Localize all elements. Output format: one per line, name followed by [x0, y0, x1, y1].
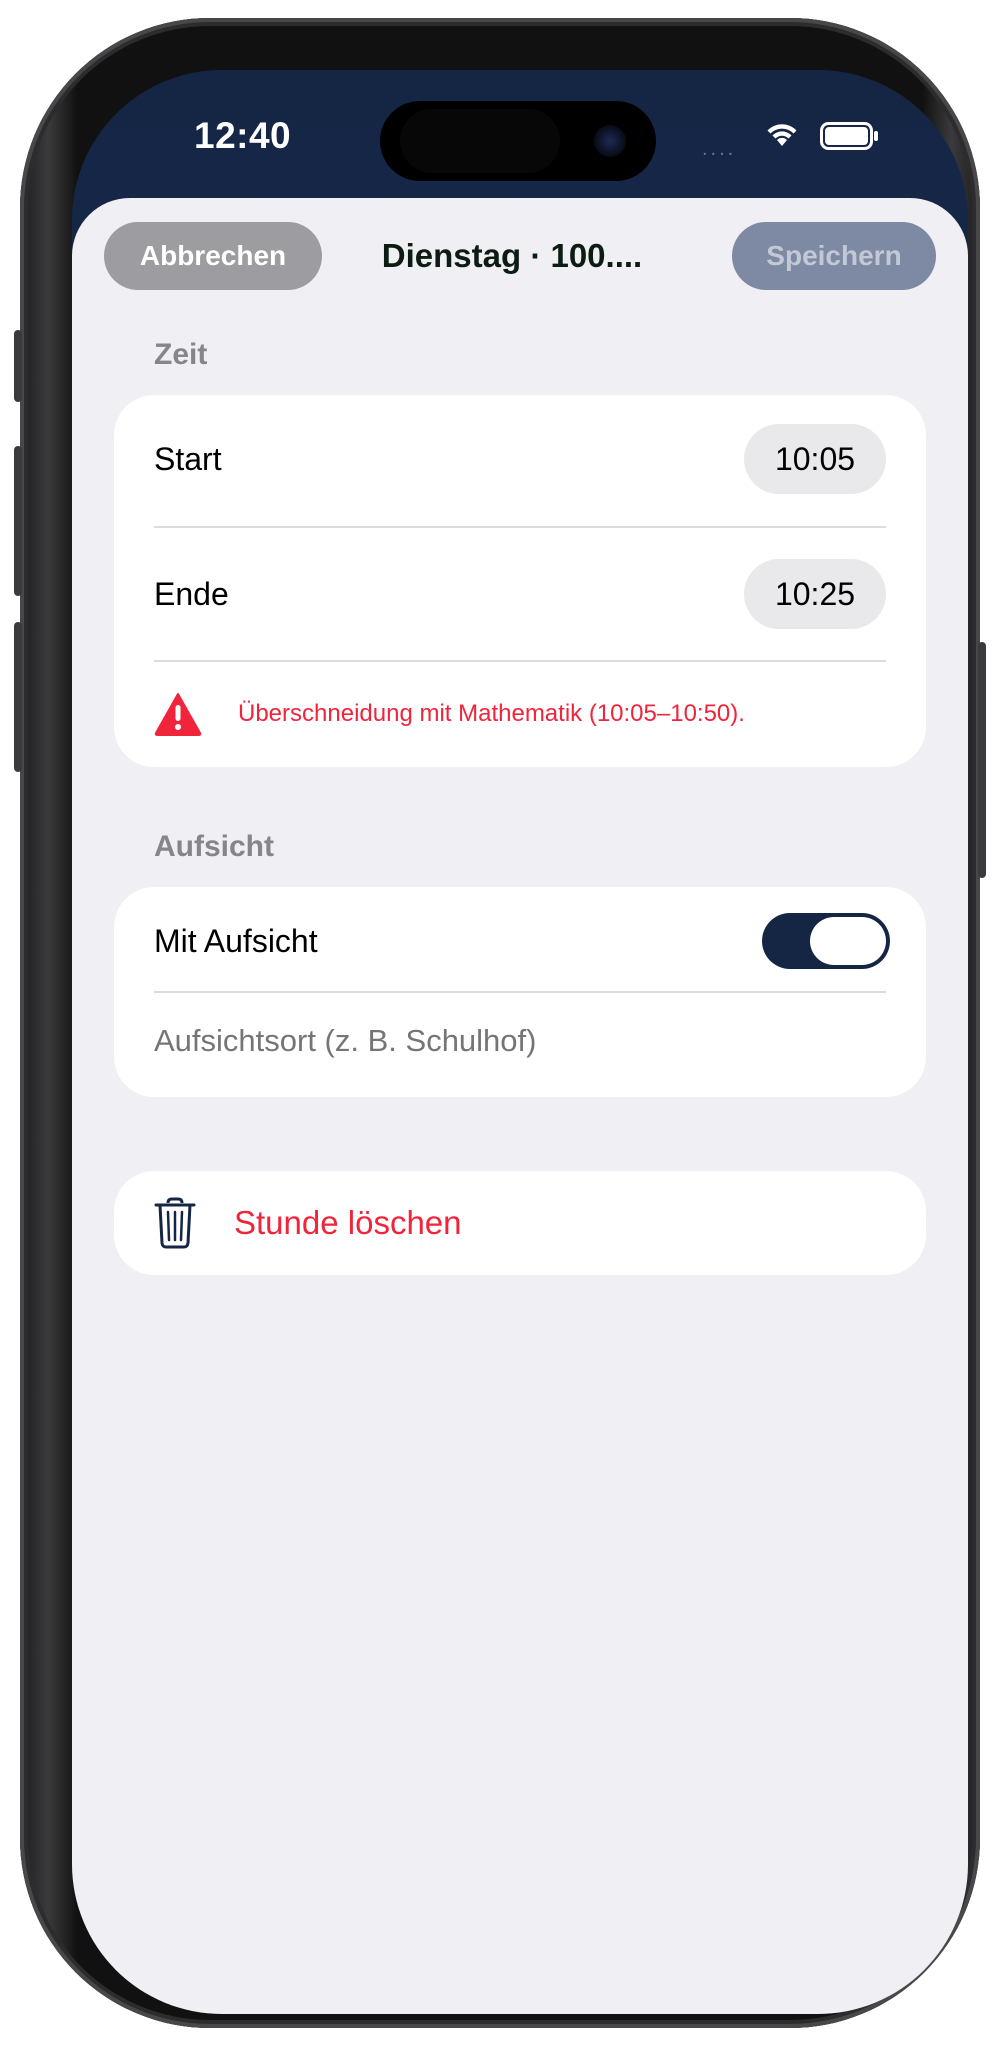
wifi-icon [767, 124, 797, 146]
screen: 12:40 .... Abbrechen Dienstag · 100.... [72, 70, 968, 2014]
delete-lesson-button[interactable]: Stunde löschen [154, 1195, 886, 1251]
volume-down-button [14, 622, 22, 772]
section-header-aufsicht: Aufsicht [154, 830, 274, 863]
warning-text: Überschneidung mit Mathematik (10:05–10:… [238, 700, 745, 727]
toggle-knob [810, 917, 886, 965]
section-header-zeit: Zeit [154, 338, 208, 371]
supervision-location-input[interactable] [154, 1019, 886, 1063]
power-button [978, 642, 986, 878]
supervision-label: Mit Aufsicht [154, 922, 318, 959]
divider [154, 526, 886, 528]
supervision-toggle[interactable] [762, 913, 890, 969]
status-bar: 12:40 .... [72, 70, 968, 198]
start-row: Start 10:05 [154, 424, 886, 494]
action-button [14, 330, 22, 402]
end-label: Ende [154, 575, 229, 612]
supervision-toggle-row: Mit Aufsicht [154, 911, 890, 971]
save-button[interactable]: Speichern [732, 222, 936, 290]
battery-icon [820, 122, 878, 150]
sheet-header: Abbrechen Dienstag · 100.... Speichern [72, 198, 968, 318]
divider [154, 660, 886, 662]
overlap-warning: Überschneidung mit Mathematik (10:05–10:… [154, 689, 894, 739]
status-time: 12:40 [194, 115, 292, 156]
cancel-button[interactable]: Abbrechen [104, 222, 322, 290]
end-time-picker[interactable]: 10:25 [744, 559, 886, 629]
phone-frame: 12:40 .... Abbrechen Dienstag · 100.... [14, 18, 986, 2028]
delete-lesson-label: Stunde löschen [234, 1204, 462, 1241]
island-sensor [400, 109, 560, 173]
camera-icon [594, 125, 626, 157]
start-time-picker[interactable]: 10:05 [744, 424, 886, 494]
divider [154, 991, 886, 993]
warning-triangle-icon [154, 693, 202, 736]
end-row: Ende 10:25 [154, 559, 886, 629]
time-card: Start 10:05 Ende 10:25 Überschneidung mi… [114, 395, 926, 767]
trash-icon [154, 1197, 196, 1249]
sheet-title: Dienstag · 100.... [381, 237, 643, 274]
delete-card[interactable]: Stunde löschen [114, 1171, 926, 1275]
cellular-signal-icon: .... [702, 138, 737, 160]
supervision-card: Mit Aufsicht [114, 887, 926, 1097]
volume-up-button [14, 446, 22, 596]
edit-lesson-sheet: Abbrechen Dienstag · 100.... Speichern Z… [72, 198, 968, 2014]
start-label: Start [154, 440, 222, 477]
dynamic-island [380, 101, 656, 181]
